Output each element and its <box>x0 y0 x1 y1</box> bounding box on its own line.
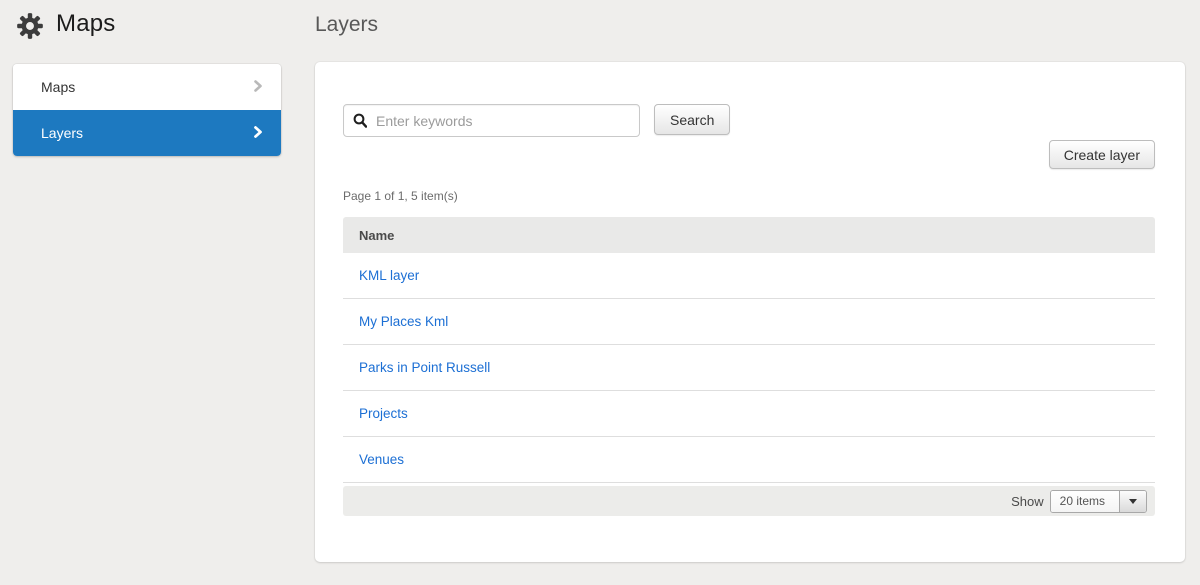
app-header: Maps Layers <box>0 0 1200 56</box>
layers-panel: Search Create layer Page 1 of 1, 5 item(… <box>315 62 1185 562</box>
layer-link[interactable]: Parks in Point Russell <box>359 360 490 375</box>
sidebar-item-layers[interactable]: Layers <box>13 110 281 156</box>
create-layer-button[interactable]: Create layer <box>1048 140 1155 169</box>
page-size-value: 20 items <box>1050 490 1119 512</box>
page-size-dropdown[interactable]: 20 items <box>1049 489 1147 513</box>
sidebar-item-label: Layers <box>41 125 84 141</box>
search-icon <box>353 113 368 133</box>
page-title: Layers <box>315 13 379 36</box>
sidebar-item-maps[interactable]: Maps <box>13 64 281 110</box>
caret-down-button[interactable] <box>1119 490 1146 512</box>
caret-down-icon <box>1129 498 1137 504</box>
table-footer: Show 20 items <box>343 486 1155 516</box>
table-row: My Places Kml <box>343 299 1155 345</box>
sidebar: Maps Layers <box>13 64 281 156</box>
maps-admin-page: { "header": { "app_title": "Maps", "page… <box>0 0 1200 585</box>
layers-table: Name KML layer My Places Kml Parks in Po… <box>343 217 1155 516</box>
app-title: Maps <box>56 10 116 37</box>
layer-link[interactable]: KML layer <box>359 268 419 283</box>
pagination-summary: Page 1 of 1, 5 item(s) <box>343 189 458 203</box>
chevron-right-icon <box>253 79 263 96</box>
layer-table-body: KML layer My Places Kml Parks in Point R… <box>343 253 1155 483</box>
create-row: Create layer <box>1048 140 1155 169</box>
show-label: Show <box>1011 493 1044 509</box>
table-row: Venues <box>343 437 1155 483</box>
table-row: KML layer <box>343 253 1155 299</box>
table-row: Parks in Point Russell <box>343 345 1155 391</box>
search-row: Search <box>343 104 731 137</box>
column-header-name: Name <box>359 227 395 243</box>
chevron-right-icon <box>253 125 263 142</box>
gear-icon <box>16 12 44 40</box>
table-row: Projects <box>343 391 1155 437</box>
sidebar-item-label: Maps <box>41 79 76 95</box>
search-button[interactable]: Search <box>654 104 731 135</box>
table-header: Name <box>343 217 1155 253</box>
layer-link[interactable]: Venues <box>359 452 404 467</box>
layer-link[interactable]: Projects <box>359 406 408 421</box>
layer-link[interactable]: My Places Kml <box>359 314 448 329</box>
search-box <box>343 104 640 137</box>
search-input[interactable] <box>343 104 640 137</box>
